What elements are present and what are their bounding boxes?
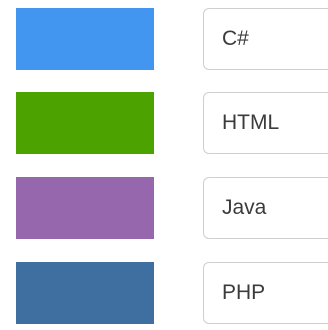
language-field-java[interactable]: Java (203, 177, 328, 239)
legend-row-csharp: C# (0, 8, 328, 72)
legend-row-html: HTML (0, 92, 328, 156)
language-field-csharp[interactable]: C# (203, 8, 328, 70)
language-field-php[interactable]: PHP (203, 262, 328, 324)
color-swatch-php[interactable] (16, 262, 154, 324)
language-label: HTML (222, 111, 280, 134)
language-label: Java (222, 196, 267, 219)
color-swatch-html[interactable] (16, 92, 154, 154)
language-field-html[interactable]: HTML (203, 92, 328, 154)
legend-row-php: PHP (0, 262, 328, 326)
color-swatch-csharp[interactable] (16, 8, 154, 70)
legend-row-java: Java (0, 177, 328, 241)
language-label: C# (222, 27, 249, 50)
language-label: PHP (222, 281, 266, 304)
color-swatch-java[interactable] (16, 177, 154, 239)
